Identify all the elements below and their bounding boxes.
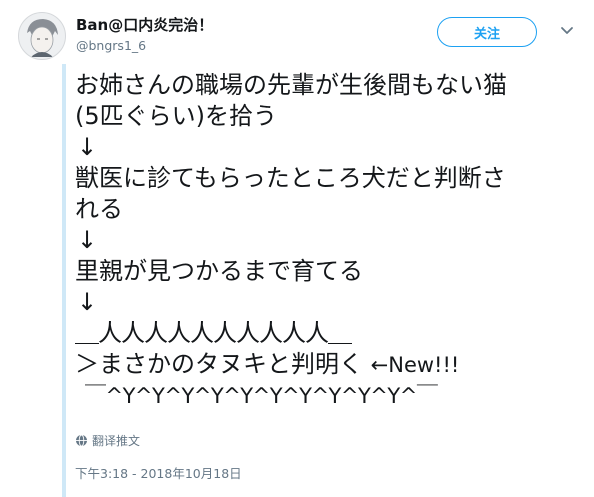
tweet-arrow-line: ↓ — [77, 133, 98, 161]
ascii-art-bottom: ￣^Y^Y^Y^Y^Y^Y^Y^Y^Y^Y^￣ — [85, 384, 438, 408]
ascii-art-text: ＞まさかのタヌキと判明く — [75, 350, 363, 378]
tweet-line: れる — [75, 195, 123, 223]
follow-button[interactable]: 关注 — [437, 17, 537, 47]
translate-label: 翻译推文 — [92, 434, 141, 448]
tweet-text: お姉さんの職場の先輩が生後間もない猫 (5匹ぐらい)を拾う ↓ 獣医に診てもらっ… — [75, 70, 585, 412]
ascii-art-top: ＿人人人人人人人人人人＿ — [75, 319, 352, 347]
new-annotation: ←New!!! — [370, 353, 460, 377]
globe-icon — [76, 434, 87, 447]
display-name[interactable]: Ban@口内炎完治！ — [76, 14, 213, 35]
user-handle[interactable]: @bngrs1_6 — [76, 38, 146, 53]
tweet-line: (5匹ぐらい)を拾う — [75, 102, 277, 130]
ascii-art-middle: ＞まさかのタヌキと判明く ←New!!! — [75, 349, 585, 381]
tweet-timestamp[interactable]: 下午3:18 - 2018年10月18日 — [75, 463, 242, 482]
tweet-line: 獣医に診てもらったところ犬だと判断さ — [75, 164, 506, 192]
tweet-arrow-line: ↓ — [77, 226, 98, 254]
avatar[interactable] — [18, 12, 66, 60]
tweet-arrow-line: ↓ — [77, 288, 98, 316]
avatar-illustration — [27, 19, 58, 57]
tweet-line: 里親が見つかるまで育てる — [75, 257, 363, 285]
tweet-line: お姉さんの職場の先輩が生後間もない猫 — [75, 71, 507, 99]
chevron-down-icon[interactable] — [560, 26, 574, 36]
translate-tweet-link[interactable]: 翻译推文 — [75, 432, 140, 449]
thread-connector-line — [62, 64, 66, 497]
